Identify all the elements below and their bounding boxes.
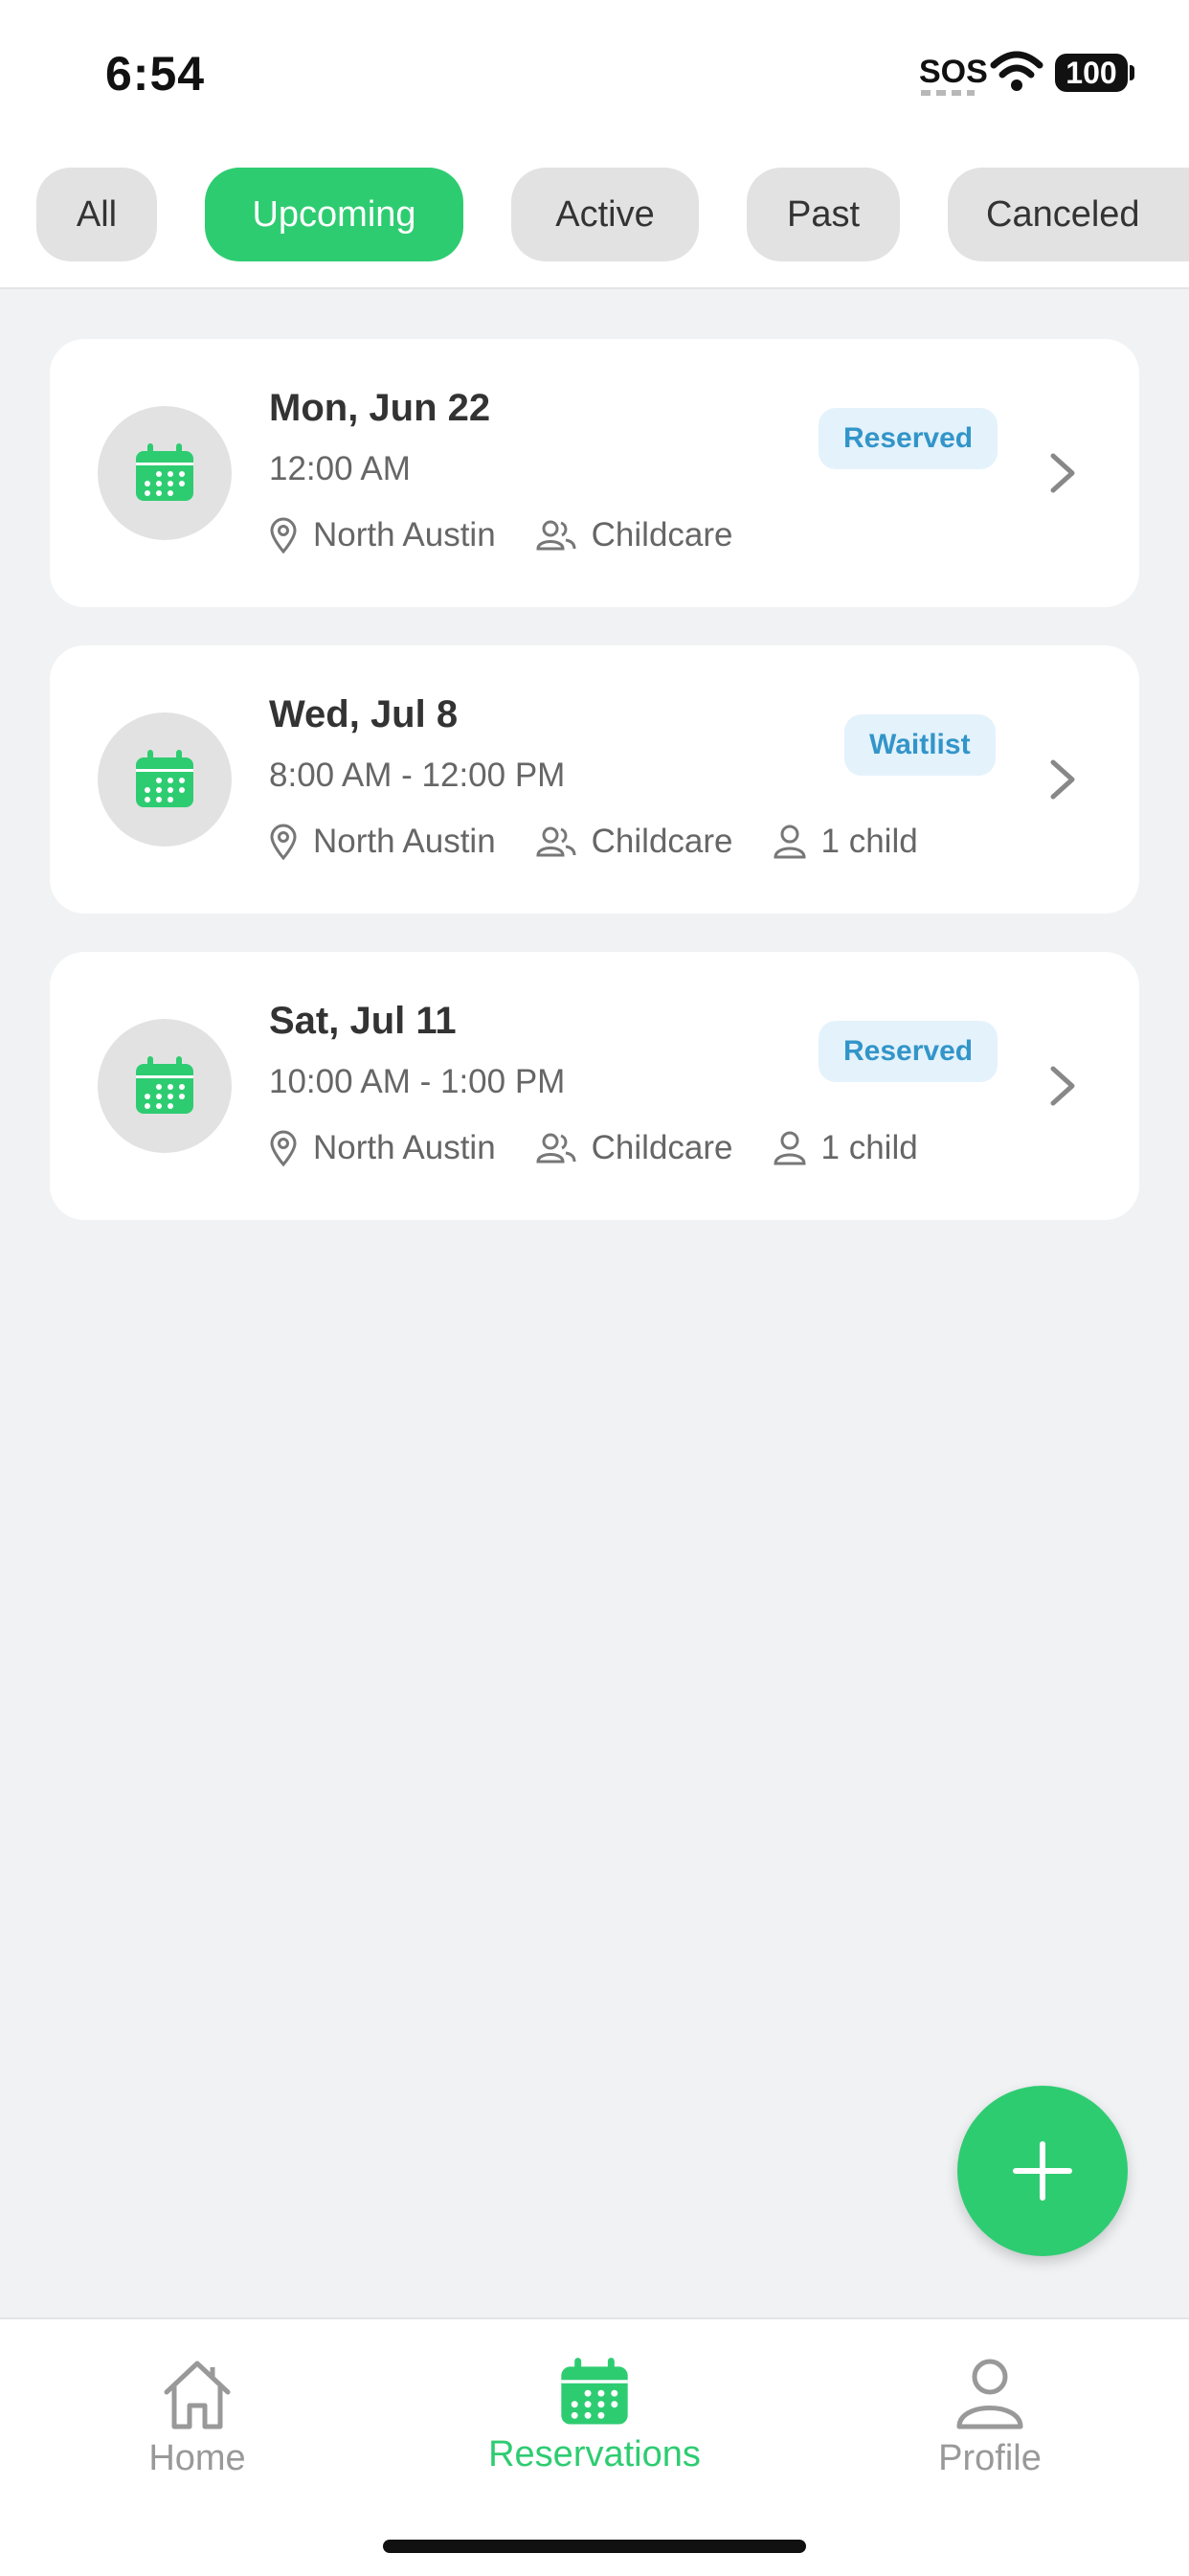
location-meta: North Austin	[269, 823, 496, 861]
bottom-nav: Home Reservations Profile	[0, 2317, 1189, 2576]
calendar-icon	[136, 750, 193, 807]
location-meta: North Austin	[269, 516, 496, 554]
header: 6:54 SOS 100 All Upcoming Active Past Ca…	[0, 0, 1189, 289]
reservation-meta: North Austin Childcare 1 child	[269, 1124, 958, 1172]
filter-active[interactable]: Active	[511, 168, 699, 261]
chevron-right-icon	[1050, 453, 1075, 493]
home-icon	[164, 2361, 231, 2429]
reservation-time: 12:00 AM	[269, 450, 411, 487]
home-indicator	[383, 2540, 806, 2553]
person-icon	[956, 2359, 1023, 2429]
reservation-meta: North Austin Childcare	[269, 511, 774, 559]
nav-home-label: Home	[148, 2438, 246, 2478]
children-text: 1 child	[820, 1129, 918, 1166]
reservation-meta: North Austin Childcare 1 child	[269, 818, 958, 866]
location-meta: North Austin	[269, 1129, 496, 1167]
battery-tip	[1130, 65, 1134, 80]
reservation-date: Wed, Jul 8	[269, 693, 459, 735]
reservation-card[interactable]: Mon, Jun 22 12:00 AM North Austin Childc…	[50, 339, 1139, 607]
children-text: 1 child	[820, 823, 918, 860]
children-meta: 1 child	[774, 1129, 918, 1167]
nav-profile-label: Profile	[938, 2438, 1042, 2478]
sos-indicator: SOS	[919, 54, 988, 90]
calendar-icon-circle	[98, 712, 232, 847]
calendar-icon	[136, 443, 193, 501]
program-text: Childcare	[591, 516, 733, 554]
filter-chips: All Upcoming Active Past Canceled	[0, 168, 1189, 263]
reservation-time: 10:00 AM - 1:00 PM	[269, 1063, 566, 1100]
nav-home[interactable]: Home	[54, 2358, 341, 2479]
program-text: Childcare	[591, 1129, 733, 1166]
location-text: North Austin	[313, 516, 496, 554]
filter-canceled[interactable]: Canceled	[948, 168, 1189, 261]
group-icon	[536, 520, 576, 551]
location-pin-icon	[270, 517, 297, 554]
calendar-icon-circle	[98, 1019, 232, 1153]
program-meta: Childcare	[536, 516, 733, 554]
signal-dots	[921, 90, 975, 96]
program-text: Childcare	[591, 823, 733, 860]
battery-icon: 100	[1055, 54, 1128, 92]
location-text: North Austin	[313, 1129, 496, 1166]
reservation-card[interactable]: Sat, Jul 11 10:00 AM - 1:00 PM North Aus…	[50, 952, 1139, 1220]
filter-past[interactable]: Past	[747, 168, 900, 261]
wifi-icon	[990, 51, 1043, 91]
location-text: North Austin	[313, 823, 496, 860]
status-badge: Reserved	[819, 1021, 998, 1082]
nav-profile[interactable]: Profile	[846, 2358, 1133, 2479]
group-icon	[536, 826, 576, 857]
filter-all[interactable]: All	[36, 168, 157, 261]
reservation-date: Sat, Jul 11	[269, 1000, 457, 1042]
reservation-date: Mon, Jun 22	[269, 387, 491, 429]
location-pin-icon	[270, 824, 297, 860]
status-time: 6:54	[105, 47, 206, 101]
nav-reservations-label: Reservations	[488, 2434, 701, 2474]
add-reservation-button[interactable]	[957, 2086, 1128, 2256]
chevron-right-icon	[1050, 759, 1075, 800]
calendar-icon-circle	[98, 406, 232, 540]
person-icon	[774, 825, 806, 859]
status-badge: Waitlist	[844, 714, 996, 776]
plus-icon	[1013, 2141, 1072, 2201]
children-meta: 1 child	[774, 823, 918, 861]
location-pin-icon	[270, 1130, 297, 1166]
status-badge: Reserved	[819, 408, 998, 469]
program-meta: Childcare	[536, 1129, 733, 1167]
program-meta: Childcare	[536, 823, 733, 861]
group-icon	[536, 1133, 576, 1164]
reservation-time: 8:00 AM - 12:00 PM	[269, 757, 566, 794]
reservation-card[interactable]: Wed, Jul 8 8:00 AM - 12:00 PM North Aust…	[50, 645, 1139, 914]
calendar-icon	[561, 2358, 628, 2425]
filter-upcoming[interactable]: Upcoming	[205, 168, 463, 261]
person-icon	[774, 1131, 806, 1165]
nav-reservations[interactable]: Reservations	[451, 2358, 738, 2475]
chevron-right-icon	[1050, 1066, 1075, 1106]
calendar-icon	[136, 1056, 193, 1114]
